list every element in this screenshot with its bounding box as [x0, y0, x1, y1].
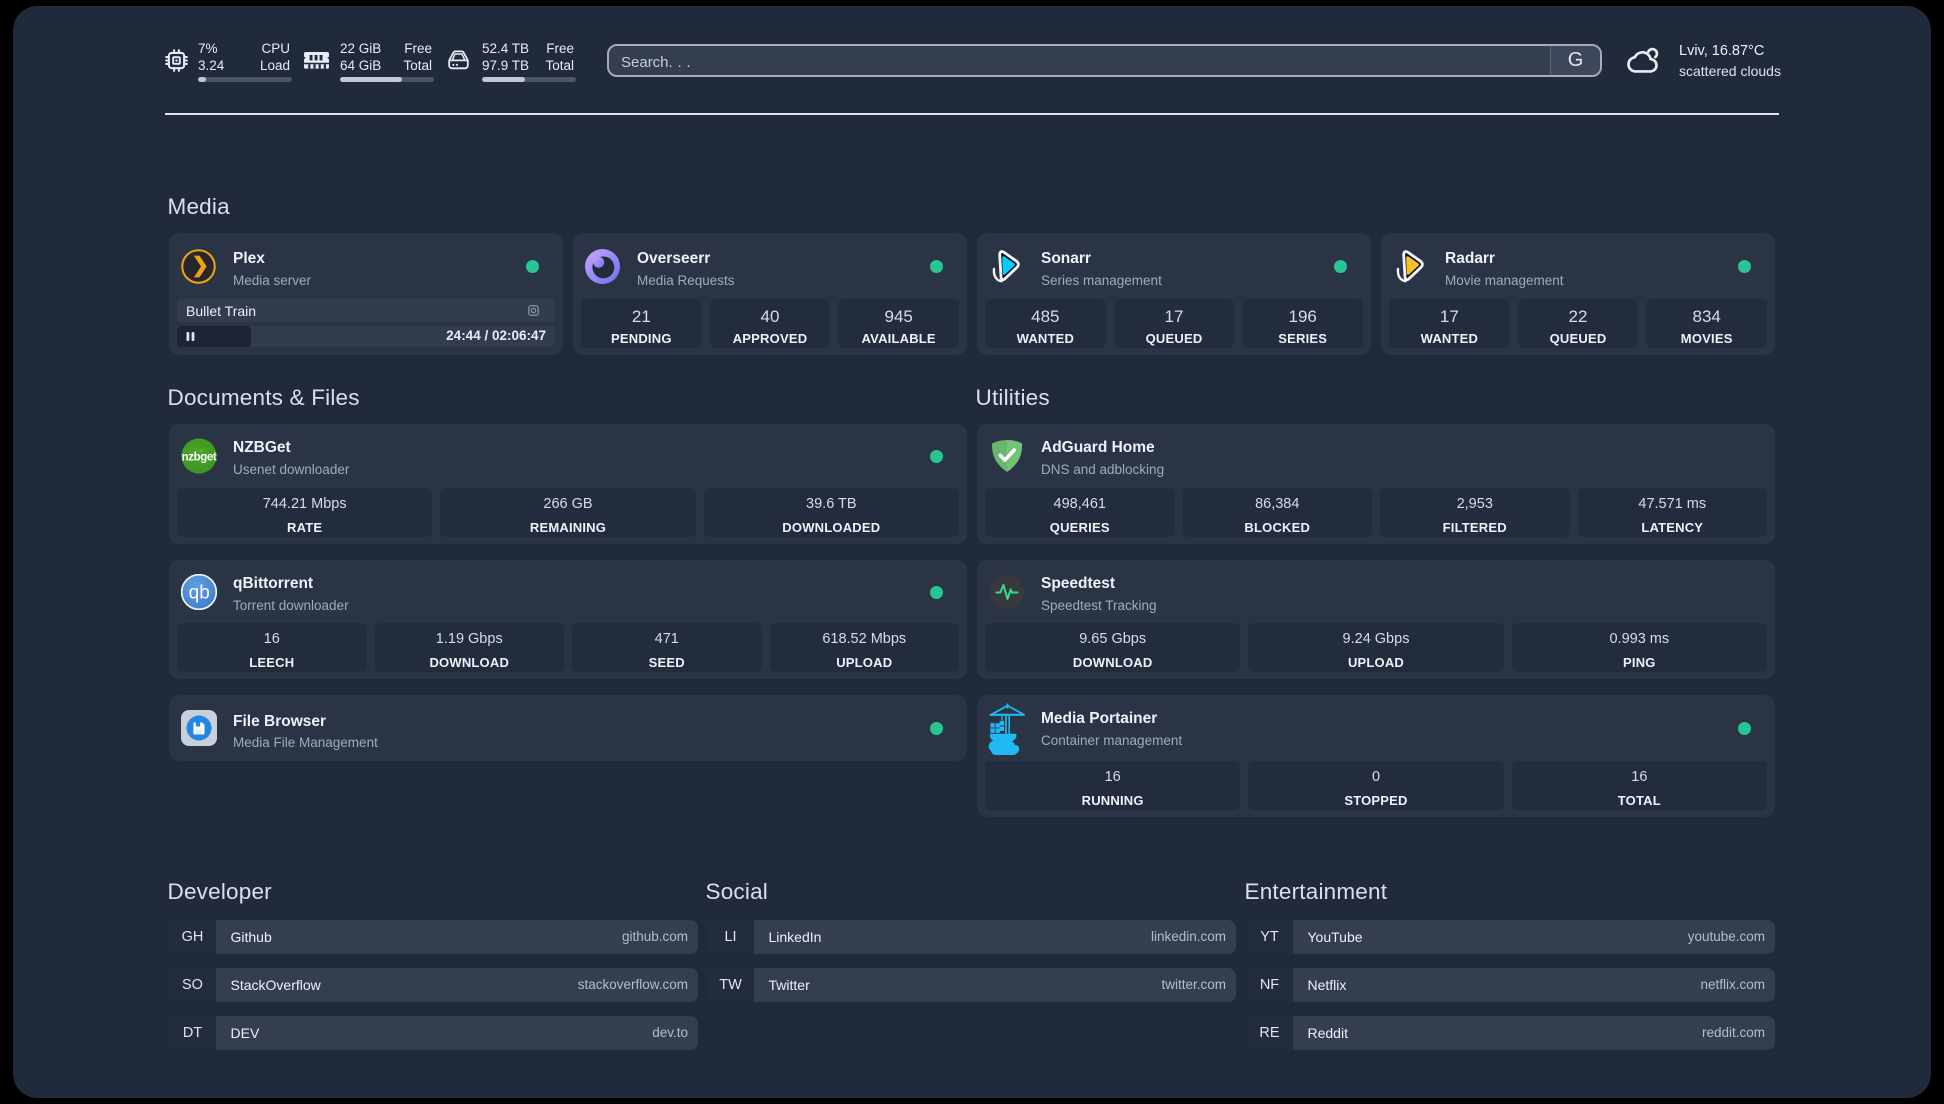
svg-text:qb: qb: [189, 583, 210, 604]
svg-text:nzbget: nzbget: [182, 452, 217, 464]
